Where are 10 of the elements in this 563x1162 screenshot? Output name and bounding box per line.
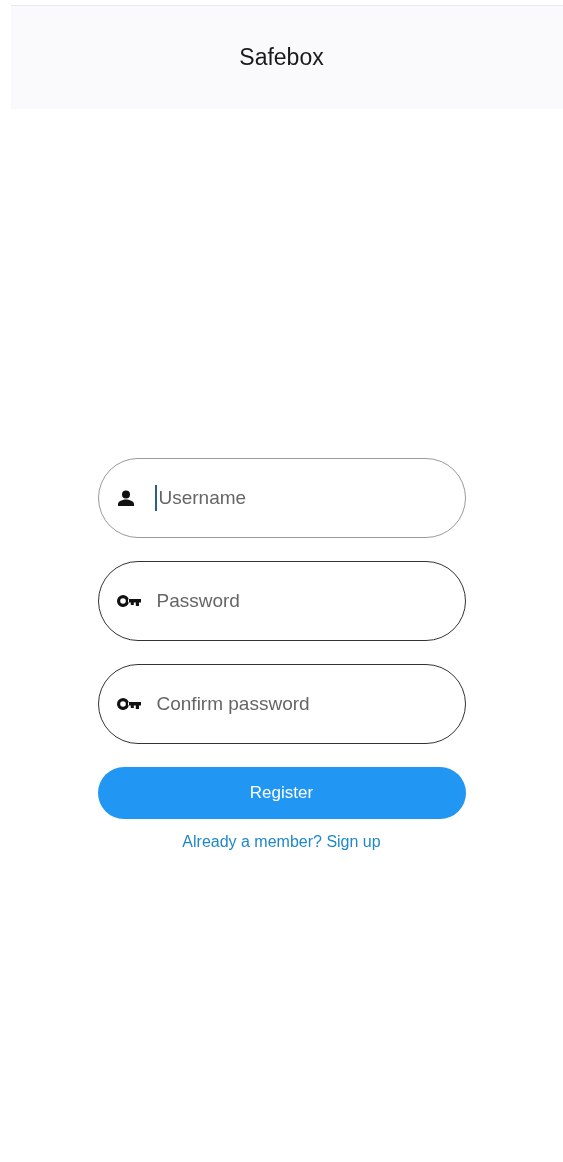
input-field[interactable]: Username bbox=[97, 458, 466, 538]
sign-up-link[interactable]: Already a member? Sign up bbox=[182, 833, 381, 851]
input-field[interactable]: Confirm password bbox=[97, 664, 466, 744]
input-field[interactable]: Password bbox=[97, 561, 466, 641]
key-icon bbox=[116, 698, 141, 710]
key-icon bbox=[116, 595, 141, 607]
register-button[interactable]: Register bbox=[97, 767, 466, 819]
person-icon bbox=[116, 490, 135, 506]
text-cursor bbox=[154, 485, 157, 511]
app-title: Safebox bbox=[239, 44, 324, 71]
